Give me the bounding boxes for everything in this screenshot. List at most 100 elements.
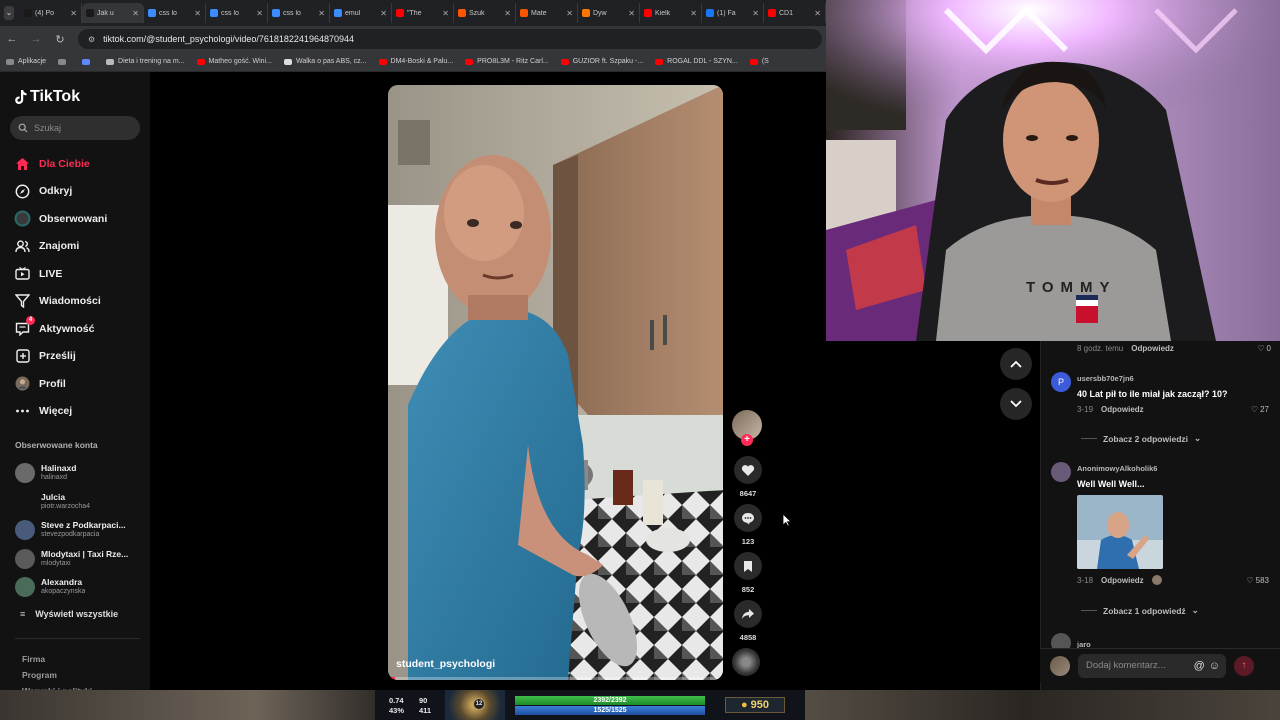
sidebar-item-wiadomosci[interactable]: Wiadomości — [14, 288, 144, 316]
comment-username[interactable]: AnonimowyAlkoholik6 — [1077, 464, 1279, 473]
sidebar-item-przeslij[interactable]: Prześlij — [14, 343, 144, 371]
emoji-icon[interactable]: ☺ — [1209, 660, 1220, 672]
save-button[interactable] — [734, 552, 762, 580]
bookmark-item[interactable]: Walka o pas ABS, cz... — [283, 58, 367, 65]
back-icon[interactable]: ← — [6, 33, 18, 45]
bookmark-item[interactable]: PRO8L3M - Ritz Carl... — [465, 58, 549, 65]
browser-tab[interactable]: Dyw ✕ — [578, 3, 640, 23]
sidebar-item-odkryj[interactable]: Odkryj — [14, 178, 144, 206]
video-username[interactable]: student_psychologi — [396, 658, 495, 670]
browser-tab[interactable]: css lo ✕ — [144, 3, 206, 23]
avatar — [15, 548, 35, 569]
reply-button[interactable]: Odpowiedz — [1101, 576, 1144, 585]
browser-tab[interactable]: "The ✕ — [392, 3, 454, 23]
comment-avatar[interactable]: P — [1051, 372, 1071, 392]
followed-account[interactable]: Alexandra akopaczynska — [15, 573, 145, 602]
comment-input[interactable]: Dodaj komentarz... @ ☺ — [1078, 653, 1226, 678]
home-icon — [14, 155, 31, 172]
sidebar-item-dla-ciebie[interactable]: Dla Ciebie — [14, 150, 144, 178]
share-button[interactable] — [734, 600, 762, 628]
browser-tab[interactable]: (4) Po ✕ — [20, 3, 82, 23]
tab-search-button[interactable]: ⌄ — [4, 6, 14, 20]
close-icon[interactable]: ✕ — [318, 9, 325, 18]
comment-image[interactable] — [1077, 495, 1163, 569]
share-count: 4858 — [739, 633, 757, 642]
see-all-followed-button[interactable]: ≡ Wyświetl wszystkie — [20, 609, 118, 619]
send-comment-button[interactable]: ↑ — [1234, 655, 1254, 676]
browser-tab[interactable]: Mate ✕ — [516, 3, 578, 23]
see-replies-button[interactable]: Zobacz 2 odpowiedzi ⌄ — [1081, 433, 1201, 444]
sidebar-item-obserwowani[interactable]: Obserwowani — [14, 205, 144, 233]
close-icon[interactable]: ✕ — [132, 9, 139, 18]
reload-icon[interactable]: ↻ — [54, 33, 66, 46]
mention-icon[interactable]: @ — [1194, 660, 1205, 672]
bookmark-item[interactable]: (S — [749, 58, 769, 65]
close-icon[interactable]: ✕ — [256, 9, 263, 18]
close-icon[interactable]: ✕ — [194, 9, 201, 18]
browser-tab[interactable]: css lo ✕ — [268, 3, 330, 23]
browser-tab[interactable]: emul ✕ — [330, 3, 392, 23]
bookmark-item[interactable] — [58, 58, 70, 65]
bookmark-item[interactable]: Matheo gość. Wini... — [196, 58, 272, 65]
browser-tab[interactable]: css lo ✕ — [206, 3, 268, 23]
sidebar-item-profil[interactable]: Profil — [14, 370, 144, 398]
browser-tab[interactable]: CD1 ✕ — [764, 3, 826, 23]
bookmark-item[interactable]: GUZIOR ft. Szpaku -... — [560, 58, 643, 65]
sidebar-item-aktywnosc[interactable]: 4 Aktywność — [14, 315, 144, 343]
bookmark-item[interactable]: Aplikacje — [6, 58, 46, 65]
hud-stat: 90 — [419, 695, 428, 705]
reply-button[interactable]: Odpowiedz — [1131, 344, 1174, 353]
footer-link[interactable]: Warunki i polityki — [22, 683, 92, 690]
footer-link[interactable]: Program — [22, 667, 92, 683]
followed-account[interactable]: Steve z Podkarpaci... stevezpodkarpacia — [15, 516, 145, 545]
video-progress-bar[interactable] — [388, 677, 723, 680]
bookmark-item[interactable]: Dieta i trening na m... — [106, 58, 185, 65]
close-icon[interactable]: ✕ — [504, 9, 511, 18]
close-icon[interactable]: ✕ — [628, 9, 635, 18]
creator-avatar[interactable]: + — [732, 410, 762, 446]
sidebar-item-label: LIVE — [39, 267, 63, 280]
browser-tab[interactable]: (1) Fa ✕ — [702, 3, 764, 23]
comment-like-button[interactable]: ♡ 27 — [1251, 405, 1279, 414]
bookmark-item[interactable]: ROGAL DDL - SZYN... — [655, 58, 738, 65]
footer-link[interactable]: Firma — [22, 651, 92, 667]
previous-video-button[interactable] — [1000, 348, 1032, 380]
tiktok-logo[interactable]: TikTok — [15, 88, 80, 106]
search-input[interactable]: Szukaj — [10, 116, 140, 140]
video-player[interactable]: student_psychologi — [388, 85, 723, 680]
browser-tab[interactable]: Kielk ✕ — [640, 3, 702, 23]
tab-favicon-icon — [272, 9, 280, 17]
like-button[interactable] — [734, 456, 762, 484]
next-video-button[interactable] — [1000, 388, 1032, 420]
followed-account[interactable]: Halinaxd halinaxd — [15, 459, 145, 488]
followed-accounts-title: Obserwowane konta — [15, 440, 98, 450]
close-icon[interactable]: ✕ — [814, 9, 821, 18]
url-field[interactable]: ⚙ tiktok.com/@student_psychologi/video/7… — [78, 29, 822, 49]
comment-avatar[interactable] — [1051, 462, 1071, 482]
follow-plus-icon[interactable]: + — [741, 434, 753, 446]
close-icon[interactable]: ✕ — [70, 9, 77, 18]
comment-username[interactable]: usersbb70e7jn6 — [1077, 374, 1279, 383]
sidebar-item-wiecej[interactable]: Więcej — [14, 398, 144, 426]
close-icon[interactable]: ✕ — [690, 9, 697, 18]
see-replies-button[interactable]: Zobacz 1 odpowiedź ⌄ — [1081, 605, 1199, 616]
close-icon[interactable]: ✕ — [442, 9, 449, 18]
close-icon[interactable]: ✕ — [752, 9, 759, 18]
sidebar-item-znajomi[interactable]: Znajomi — [14, 233, 144, 261]
comment-button[interactable] — [734, 504, 762, 532]
followed-account[interactable]: Julcia piotr.warzocha4 — [15, 488, 145, 517]
bookmark-item[interactable]: DM4-Boski & Palu... — [378, 58, 453, 65]
close-icon[interactable]: ✕ — [566, 9, 573, 18]
close-icon[interactable]: ✕ — [380, 9, 387, 18]
browser-tab[interactable]: Jak u ✕ — [82, 3, 144, 23]
reply-button[interactable]: Odpowiedz — [1101, 405, 1144, 414]
bookmark-item[interactable] — [82, 58, 94, 65]
comment-like-button[interactable]: ♡ 583 — [1246, 576, 1279, 585]
comment-like-button[interactable]: ♡ 0 — [1257, 344, 1280, 353]
followed-account[interactable]: Mlodytaxi | Taxi Rze... mlodytaxi — [15, 545, 145, 574]
site-info-icon[interactable]: ⚙ — [88, 35, 95, 44]
music-disc-icon[interactable] — [732, 648, 760, 676]
forward-icon[interactable]: → — [30, 33, 42, 45]
sidebar-item-live[interactable]: LIVE — [14, 260, 144, 288]
browser-tab[interactable]: Szuk ✕ — [454, 3, 516, 23]
